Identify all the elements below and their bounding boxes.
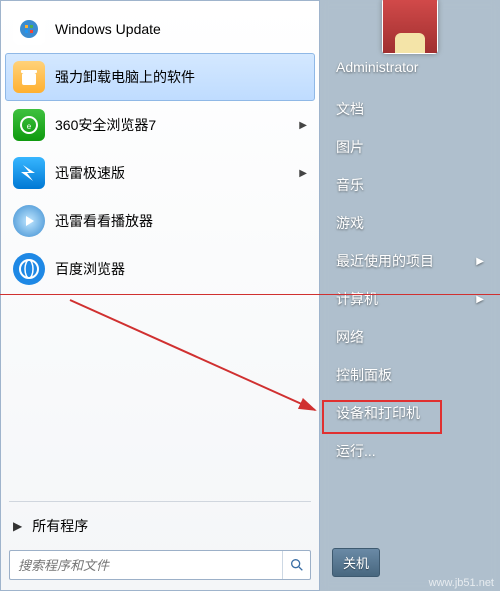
right-item-devices-printers[interactable]: 设备和打印机 <box>320 394 500 432</box>
right-item-label: 游戏 <box>336 213 364 233</box>
program-label: 360安全浏览器7 <box>55 115 299 135</box>
shutdown-button[interactable]: 关机 <box>332 548 380 577</box>
search-input[interactable] <box>10 558 282 573</box>
shutdown-row: 关机 <box>320 540 500 591</box>
right-item-label: 计算机 <box>336 289 378 309</box>
right-item-documents[interactable]: 文档 <box>320 90 500 128</box>
start-menu-left-panel: Windows Update 强力卸载电脑上的软件 e 360安全浏览器7 ▶ <box>0 0 320 591</box>
right-item-network[interactable]: 网络 <box>320 318 500 356</box>
chevron-right-icon: ▶ <box>299 120 307 131</box>
windows-update-icon <box>13 13 45 45</box>
right-item-music[interactable]: 音乐 <box>320 166 500 204</box>
program-label: Windows Update <box>55 21 307 37</box>
program-item-xunlei-kankan[interactable]: 迅雷看看播放器 <box>5 197 315 245</box>
right-item-label: 控制面板 <box>336 365 392 385</box>
xunlei-kankan-icon <box>13 205 45 237</box>
chevron-right-icon: ▶ <box>13 519 22 533</box>
chevron-right-icon: ▶ <box>476 294 484 305</box>
search-icon[interactable] <box>282 551 310 579</box>
right-item-control-panel[interactable]: 控制面板 <box>320 356 500 394</box>
program-item-windows-update[interactable]: Windows Update <box>5 5 315 53</box>
right-item-label: 文档 <box>336 99 364 119</box>
chevron-right-icon: ▶ <box>299 168 307 179</box>
program-item-xunlei-speed[interactable]: 迅雷极速版 ▶ <box>5 149 315 197</box>
shutdown-label: 关机 <box>343 553 369 572</box>
chevron-right-icon: ▶ <box>476 256 484 267</box>
right-item-computer[interactable]: 计算机 ▶ <box>320 280 500 318</box>
start-menu-right-panel: Administrator 文档 图片 音乐 游戏 最近使用的项目▶ 计算机▶ … <box>320 0 500 591</box>
program-label: 迅雷看看播放器 <box>55 211 307 231</box>
all-programs-label: 所有程序 <box>32 516 88 536</box>
user-name: Administrator <box>336 59 418 75</box>
svg-text:e: e <box>27 122 32 131</box>
right-item-label: 音乐 <box>336 175 364 195</box>
program-item-uninstall[interactable]: 强力卸载电脑上的软件 <box>5 53 315 101</box>
program-item-baidu-browser[interactable]: 百度浏览器 <box>5 245 315 293</box>
right-item-label: 网络 <box>336 327 364 347</box>
program-item-360-browser[interactable]: e 360安全浏览器7 ▶ <box>5 101 315 149</box>
right-item-label: 图片 <box>336 137 364 157</box>
program-label: 百度浏览器 <box>55 259 307 279</box>
uninstall-icon <box>13 61 45 93</box>
baidu-browser-icon <box>13 253 45 285</box>
all-programs[interactable]: ▶ 所有程序 <box>1 508 319 544</box>
right-item-label: 设备和打印机 <box>336 403 420 423</box>
right-item-pictures[interactable]: 图片 <box>320 128 500 166</box>
program-list: Windows Update 强力卸载电脑上的软件 e 360安全浏览器7 ▶ <box>1 1 319 495</box>
program-label: 迅雷极速版 <box>55 163 299 183</box>
xunlei-speed-icon <box>13 157 45 189</box>
right-item-label: 运行... <box>336 441 376 461</box>
user-picture[interactable] <box>382 0 438 54</box>
search-box <box>9 550 311 580</box>
right-item-recent[interactable]: 最近使用的项目 ▶ <box>320 242 500 280</box>
right-item-user[interactable]: Administrator <box>320 50 500 84</box>
right-item-label: 最近使用的项目 <box>336 251 434 271</box>
start-menu: Windows Update 强力卸载电脑上的软件 e 360安全浏览器7 ▶ <box>0 0 500 591</box>
separator <box>9 501 311 502</box>
program-label: 强力卸载电脑上的软件 <box>55 67 307 87</box>
right-item-games[interactable]: 游戏 <box>320 204 500 242</box>
right-item-run[interactable]: 运行... <box>320 432 500 470</box>
360-browser-icon: e <box>13 109 45 141</box>
